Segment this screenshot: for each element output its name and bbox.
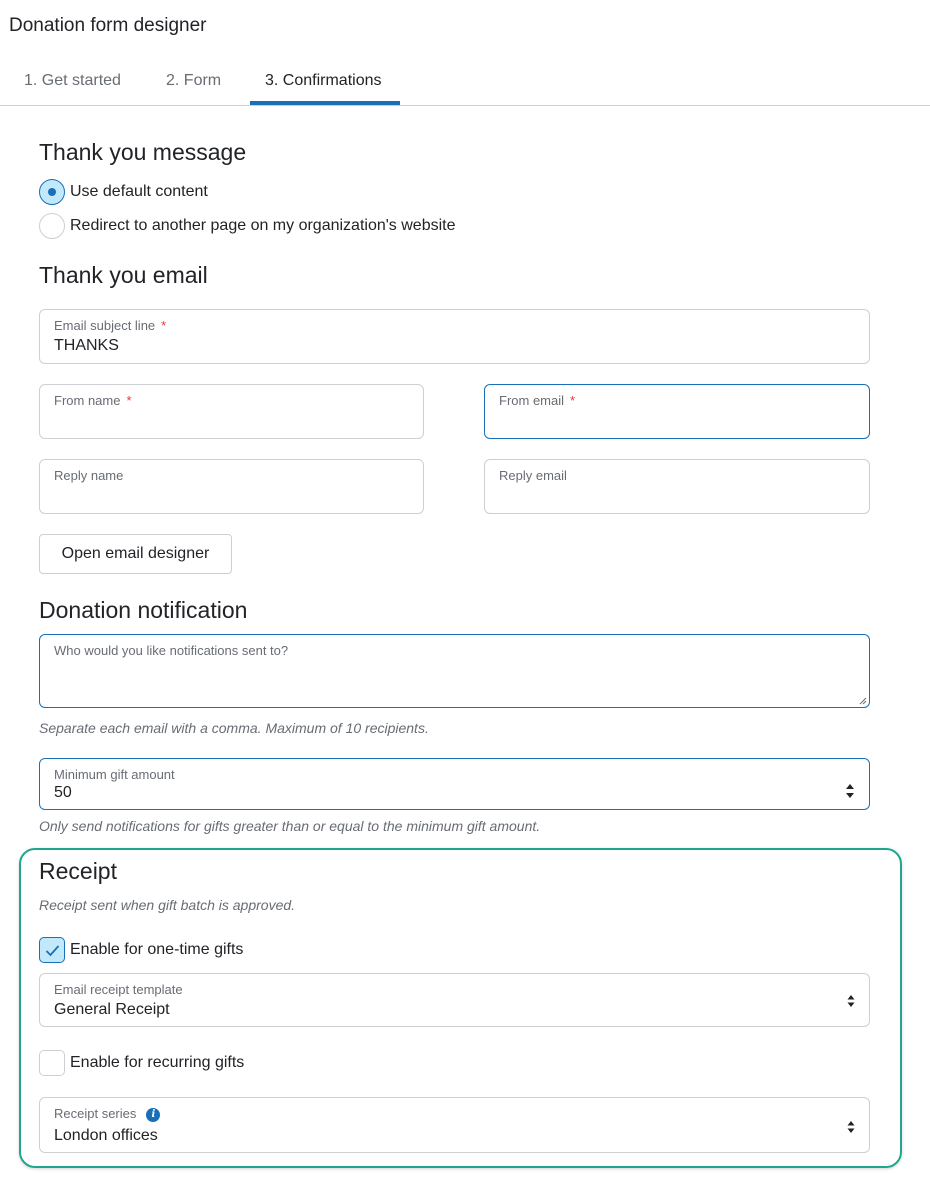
- recipients-hint: Separate each email with a comma. Maximu…: [39, 720, 429, 736]
- reply-email-label: Reply email: [499, 468, 567, 483]
- page-title: Donation form designer: [9, 15, 207, 36]
- tab-bar: 1. Get started 2. Form 3. Confirmations: [0, 60, 930, 106]
- email-subject-field[interactable]: Email subject line * THANKS: [39, 309, 870, 364]
- active-tab-indicator: [250, 101, 400, 105]
- radio-label-default-content: Use default content: [70, 183, 208, 200]
- email-receipt-template-label: Email receipt template: [54, 982, 183, 997]
- reply-name-field[interactable]: Reply name: [39, 459, 424, 514]
- recurring-gifts-label: Enable for recurring gifts: [70, 1054, 245, 1071]
- select-arrows-icon: [847, 1121, 855, 1133]
- radio-unselected-indicator[interactable]: [39, 213, 65, 239]
- minimum-gift-field[interactable]: Minimum gift amount 50: [39, 758, 870, 810]
- from-name-label: From name *: [54, 393, 132, 408]
- email-subject-label: Email subject line *: [54, 318, 167, 333]
- number-stepper-icon[interactable]: [845, 783, 855, 799]
- recurring-gifts-checkbox-row[interactable]: Enable for recurring gifts: [39, 1050, 244, 1076]
- notification-recipients-textarea[interactable]: Who would you like notifications sent to…: [39, 634, 870, 708]
- open-email-designer-button[interactable]: Open email designer: [39, 534, 232, 574]
- one-time-gifts-label: Enable for one-time gifts: [70, 941, 244, 958]
- thank-you-message-heading: Thank you message: [39, 139, 247, 165]
- receipt-series-value: London offices: [54, 1127, 158, 1144]
- radio-redirect[interactable]: Redirect to another page on my organizat…: [39, 213, 456, 239]
- info-icon[interactable]: i: [146, 1107, 161, 1122]
- minimum-gift-hint: Only send notifications for gifts greate…: [39, 818, 541, 834]
- email-subject-value[interactable]: THANKS: [54, 337, 119, 355]
- from-email-label: From email *: [499, 393, 576, 408]
- receipt-subtitle: Receipt sent when gift batch is approved…: [39, 897, 296, 913]
- required-mark: *: [570, 393, 576, 408]
- checkmark-icon: [45, 945, 60, 957]
- reply-name-label: Reply name: [54, 468, 124, 483]
- receipt-heading: Receipt: [39, 858, 117, 884]
- one-time-gifts-checkbox[interactable]: [39, 937, 65, 963]
- receipt-series-select[interactable]: Receipt series i London offices: [39, 1097, 870, 1153]
- thank-you-email-heading: Thank you email: [39, 262, 208, 288]
- resize-handle-icon[interactable]: [859, 697, 867, 705]
- minimum-gift-value[interactable]: 50: [54, 784, 72, 802]
- email-receipt-template-select[interactable]: Email receipt template General Receipt: [39, 973, 870, 1027]
- tab-get-started[interactable]: 1. Get started: [24, 72, 121, 90]
- radio-label-redirect: Redirect to another page on my organizat…: [70, 217, 456, 234]
- donation-notification-heading: Donation notification: [39, 597, 248, 623]
- minimum-gift-label: Minimum gift amount: [54, 767, 175, 782]
- notification-recipients-label: Who would you like notifications sent to…: [54, 643, 289, 658]
- from-email-field[interactable]: From email *: [484, 384, 870, 439]
- receipt-series-label: Receipt series i: [54, 1106, 161, 1122]
- from-name-field[interactable]: From name *: [39, 384, 424, 439]
- one-time-gifts-checkbox-row[interactable]: Enable for one-time gifts: [39, 937, 243, 963]
- email-receipt-template-value: General Receipt: [54, 1001, 170, 1018]
- radio-default-content[interactable]: Use default content: [39, 179, 208, 205]
- select-arrows-icon: [847, 995, 855, 1007]
- required-mark: *: [161, 318, 167, 333]
- tab-form[interactable]: 2. Form: [166, 72, 221, 90]
- reply-email-field[interactable]: Reply email: [484, 459, 870, 514]
- recurring-gifts-checkbox[interactable]: [39, 1050, 65, 1076]
- radio-selected-indicator[interactable]: [39, 179, 65, 205]
- tab-confirmations[interactable]: 3. Confirmations: [265, 72, 382, 90]
- required-mark: *: [126, 393, 132, 408]
